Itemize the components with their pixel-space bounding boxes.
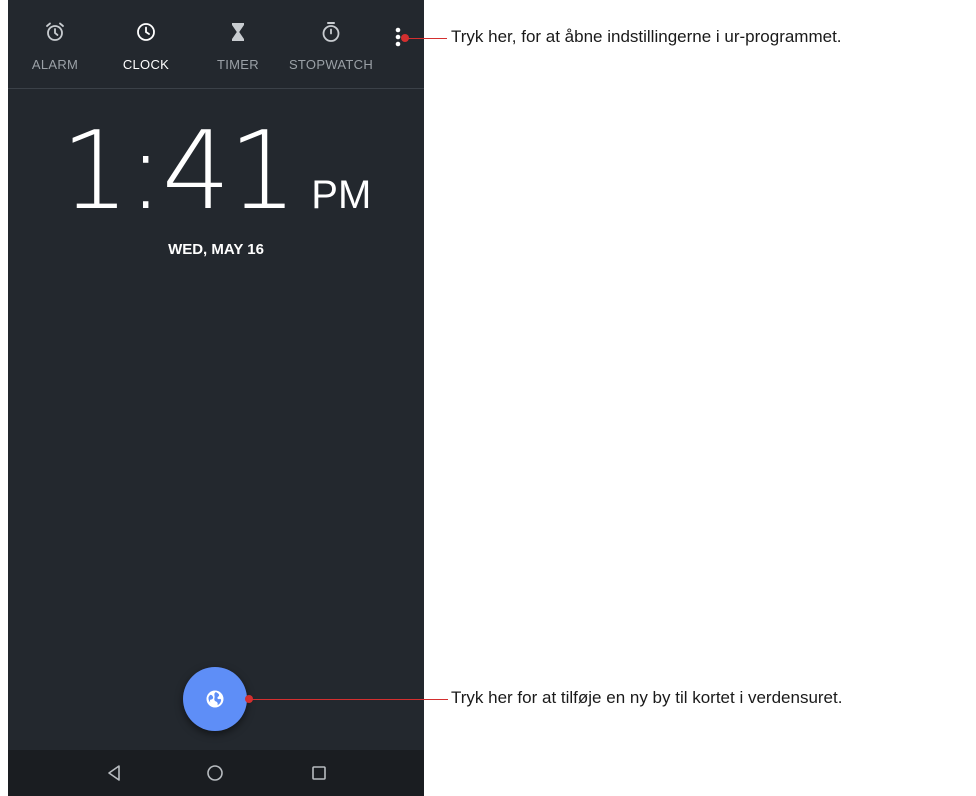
clock-date: WED, MAY 16 — [168, 241, 264, 258]
tab-alarm-label: ALARM — [31, 57, 79, 72]
tab-alarm[interactable]: ALARM — [18, 0, 92, 88]
alarm-icon — [46, 22, 64, 41]
home-icon[interactable] — [203, 761, 227, 785]
tab-clock[interactable]: CLOCK — [109, 0, 183, 88]
tab-stopwatch[interactable]: STOPWATCH — [283, 0, 379, 88]
tab-stopwatch-label: STOPWATCH — [288, 57, 374, 72]
clock-icon — [137, 23, 155, 41]
time-ampm: PM — [311, 173, 372, 217]
tab-timer[interactable]: TIMER — [201, 0, 275, 88]
globe-icon — [206, 690, 224, 708]
navigation-bar — [8, 750, 424, 796]
callout-add-city-line — [249, 699, 448, 700]
time-digits: 1:41 — [60, 109, 298, 234]
phone-screen: ALARM CLOCK TIMER STOPWATCH 1:41 PM WED,… — [8, 0, 424, 796]
callout-settings-line — [405, 38, 447, 39]
hourglass-icon — [232, 23, 244, 41]
recents-icon[interactable] — [307, 761, 331, 785]
back-icon[interactable] — [102, 761, 126, 785]
clock-time: 1:41 PM — [8, 118, 424, 226]
page: ALARM CLOCK TIMER STOPWATCH 1:41 PM WED,… — [0, 0, 976, 796]
callout-settings-text: Tryk her, for at åbne indstillingerne i … — [451, 27, 842, 46]
tab-bar: ALARM CLOCK TIMER STOPWATCH — [8, 0, 424, 89]
add-city-button[interactable] — [183, 667, 247, 731]
callout-add-city-text: Tryk her for at tilføje en ny by til kor… — [451, 688, 843, 707]
tab-clock-label: CLOCK — [122, 57, 170, 72]
stopwatch-icon — [322, 22, 340, 42]
tab-timer-label: TIMER — [217, 57, 259, 72]
